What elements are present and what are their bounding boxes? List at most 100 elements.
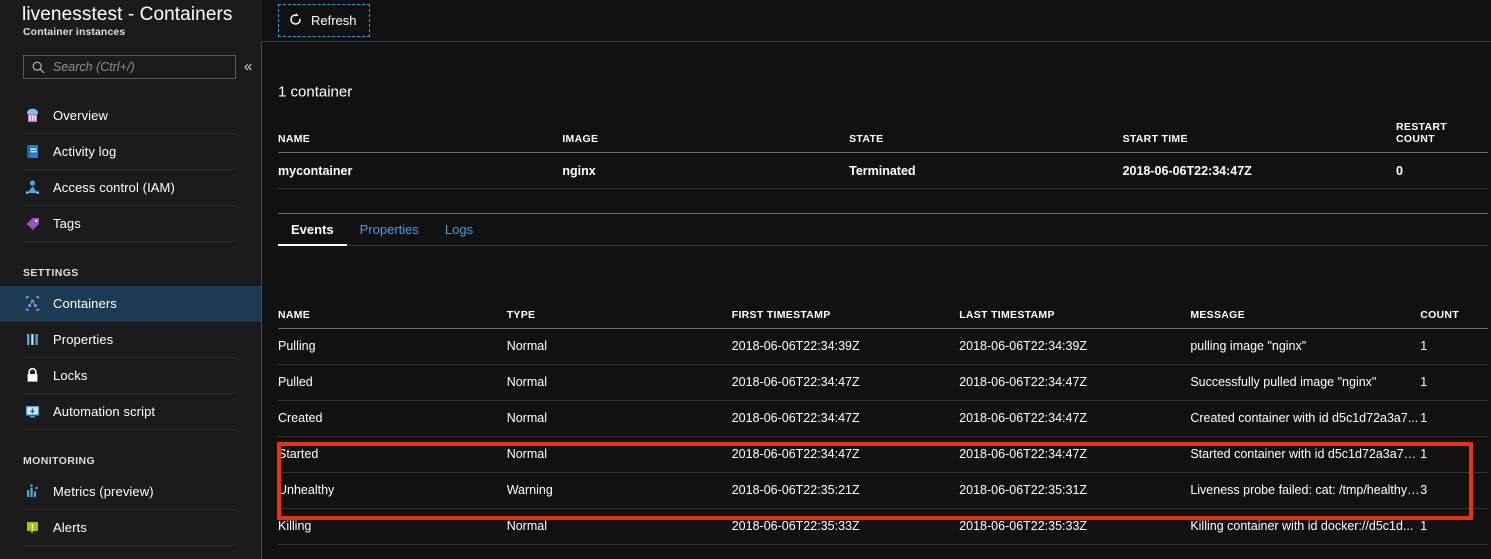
refresh-button[interactable]: Refresh <box>278 4 370 37</box>
collapse-icon[interactable]: « <box>244 56 252 78</box>
sidebar-item-label: Overview <box>53 108 108 123</box>
sidebar-item-overview[interactable]: Overview <box>23 98 236 134</box>
sidebar-item-properties[interactable]: Properties <box>23 322 236 358</box>
cell-message: Killing container with id docker://d5c1d… <box>1190 508 1421 545</box>
search-icon <box>32 61 45 74</box>
cell-start-time: 2018-06-06T22:34:47Z <box>1122 152 1397 189</box>
cell-last-timestamp: 2018-06-06T22:35:31Z <box>959 472 1191 509</box>
cell-message: Successfully pulled image "nginx" <box>1190 364 1421 401</box>
sidebar-item-label: Access control (IAM) <box>53 180 175 195</box>
cell-name: Pulling <box>278 328 507 365</box>
cell-name: Created <box>278 400 507 437</box>
refresh-label: Refresh <box>311 13 357 28</box>
table-row[interactable]: Started Normal 2018-06-06T22:34:47Z 2018… <box>278 436 1488 473</box>
search-placeholder: Search (Ctrl+/) <box>53 60 135 74</box>
cell-count: 1 <box>1420 328 1488 365</box>
cell-first-timestamp: 2018-06-06T22:34:47Z <box>731 364 960 401</box>
blade-left-pane: livenesstest - Containers Container inst… <box>0 0 262 559</box>
page-subtitle: Container instances <box>23 26 126 38</box>
table-row[interactable]: Killing Normal 2018-06-06T22:35:33Z 2018… <box>278 508 1488 545</box>
tab-label: Events <box>291 221 334 237</box>
cell-first-timestamp: 2018-06-06T22:34:47Z <box>731 400 960 437</box>
sidebar-item-tags[interactable]: Tags <box>23 206 236 242</box>
cell-name: mycontainer <box>278 152 563 189</box>
container-count-label: 1 container <box>278 83 353 101</box>
cell-count: 1 <box>1420 508 1488 545</box>
cell-state: Terminated <box>849 152 1123 189</box>
cell-last-timestamp: 2018-06-06T22:34:39Z <box>959 328 1191 365</box>
cell-type: Normal <box>506 508 732 545</box>
column-header-last-timestamp[interactable]: LAST TIMESTAMP <box>959 298 1191 329</box>
column-header-type[interactable]: TYPE <box>506 298 732 329</box>
cell-first-timestamp: 2018-06-06T22:35:33Z <box>731 508 960 545</box>
sidebar-item-alerts[interactable]: Alerts <box>23 510 236 546</box>
sidebar-item-locks[interactable]: Locks <box>23 358 236 394</box>
column-header-restart-count[interactable]: RESTART COUNT <box>1396 121 1488 153</box>
sidebar-item-label: Locks <box>53 368 88 383</box>
cell-message: Created container with id d5c1d72a3a7... <box>1190 400 1421 437</box>
locks-icon <box>23 366 53 385</box>
cell-type: Normal <box>506 436 732 473</box>
tab-logs[interactable]: Logs <box>432 213 486 245</box>
column-header-start-time[interactable]: START TIME <box>1122 121 1397 153</box>
cell-type: Normal <box>506 364 732 401</box>
column-header-state[interactable]: STATE <box>849 121 1123 153</box>
column-header-first-timestamp[interactable]: FIRST TIMESTAMP <box>731 298 960 329</box>
sidebar-nav: Overview Activity log Access control (IA… <box>0 98 262 546</box>
azure-portal-blade: livenesstest - Containers Container inst… <box>0 0 1491 559</box>
page-title: livenesstest - Containers <box>22 4 233 25</box>
cell-name: Killing <box>278 508 507 545</box>
cell-type: Warning <box>506 472 732 509</box>
cell-message: Liveness probe failed: cat: /tmp/healthy… <box>1190 472 1421 509</box>
tags-icon <box>23 214 53 233</box>
tab-properties[interactable]: Properties <box>347 213 432 245</box>
sidebar-item-label: Tags <box>53 216 81 231</box>
tab-label: Properties <box>359 221 419 237</box>
cell-type: Normal <box>506 400 732 437</box>
sidebar-item-access-control[interactable]: Access control (IAM) <box>23 170 236 206</box>
tab-events[interactable]: Events <box>278 213 347 246</box>
sidebar-section-monitoring: MONITORING <box>23 455 96 467</box>
table-header-row: NAME IMAGE STATE START TIME RESTART COUN… <box>278 121 1488 153</box>
automation-script-icon <box>23 402 53 421</box>
table-row[interactable]: Unhealthy Warning 2018-06-06T22:35:21Z 2… <box>278 472 1488 509</box>
sidebar-item-automation-script[interactable]: Automation script <box>23 394 236 430</box>
cell-last-timestamp: 2018-06-06T22:35:33Z <box>959 508 1191 545</box>
containers-grid: NAME IMAGE STATE START TIME RESTART COUN… <box>278 121 1488 189</box>
tab-bar: Events Properties Logs <box>278 213 1488 246</box>
cell-first-timestamp: 2018-06-06T22:34:47Z <box>731 436 960 473</box>
cell-last-timestamp: 2018-06-06T22:34:47Z <box>959 436 1191 473</box>
column-header-name[interactable]: NAME <box>278 298 507 329</box>
cell-type: Normal <box>506 328 732 365</box>
column-header-message[interactable]: MESSAGE <box>1190 298 1421 329</box>
sidebar-section-settings: SETTINGS <box>23 267 79 279</box>
metrics-icon <box>23 482 53 501</box>
table-row[interactable]: Pulled Normal 2018-06-06T22:34:47Z 2018-… <box>278 364 1488 401</box>
blade-right-pane: Refresh 1 container NAME IMAGE STATE STA… <box>262 0 1491 559</box>
column-header-count[interactable]: COUNT <box>1420 298 1488 329</box>
refresh-icon <box>288 12 303 30</box>
cell-last-timestamp: 2018-06-06T22:34:47Z <box>959 364 1191 401</box>
sidebar-item-metrics[interactable]: Metrics (preview) <box>23 474 236 510</box>
search-input[interactable]: Search (Ctrl+/) <box>23 55 236 79</box>
cell-name: Started <box>278 436 507 473</box>
cell-count: 3 <box>1420 472 1488 509</box>
column-header-name[interactable]: NAME <box>278 121 563 153</box>
alerts-icon <box>23 518 53 537</box>
cell-first-timestamp: 2018-06-06T22:34:39Z <box>731 328 960 365</box>
table-row[interactable]: Pulling Normal 2018-06-06T22:34:39Z 2018… <box>278 328 1488 365</box>
overview-icon <box>23 106 53 125</box>
table-row[interactable]: Created Normal 2018-06-06T22:34:47Z 2018… <box>278 400 1488 437</box>
cell-first-timestamp: 2018-06-06T22:35:21Z <box>731 472 960 509</box>
sidebar-item-label: Automation script <box>53 404 156 419</box>
cell-message: Started container with id d5c1d72a3a78..… <box>1190 436 1421 473</box>
cell-count: 1 <box>1420 400 1488 437</box>
cell-message: pulling image "nginx" <box>1190 328 1421 365</box>
sidebar-item-containers[interactable]: Containers <box>0 286 262 322</box>
column-header-image[interactable]: IMAGE <box>562 121 850 153</box>
table-row[interactable]: mycontainer nginx Terminated 2018-06-06T… <box>278 152 1488 189</box>
sidebar-item-activity-log[interactable]: Activity log <box>23 134 236 170</box>
command-toolbar: Refresh <box>262 0 1491 42</box>
